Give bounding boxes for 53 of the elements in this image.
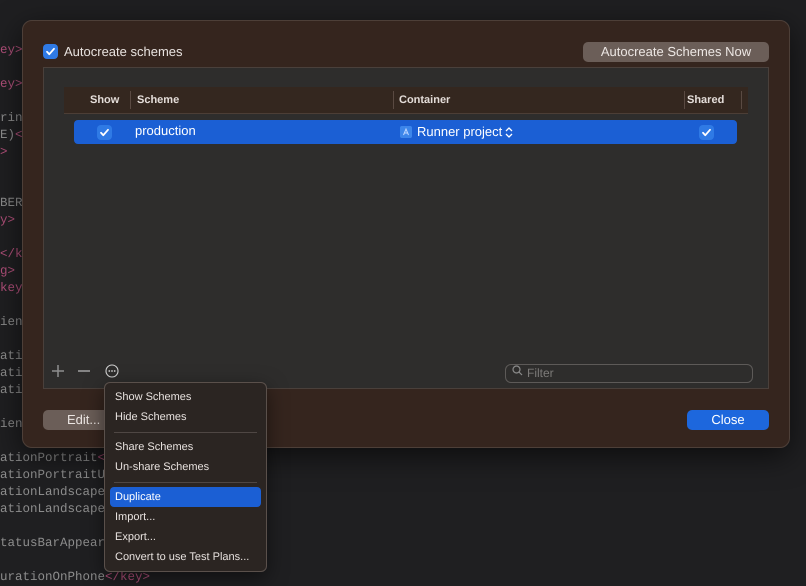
code-text: ey> <box>0 76 23 93</box>
code-text: BER <box>0 195 23 212</box>
container-popup[interactable]: Runner project <box>417 122 514 142</box>
code-text: ationLandscape <box>0 484 106 501</box>
code-text: </key> <box>105 569 150 586</box>
more-icon[interactable] <box>105 364 119 378</box>
menu-item[interactable]: Import... <box>110 507 261 527</box>
add-icon[interactable] <box>51 364 65 378</box>
check-icon <box>99 126 110 138</box>
updown-chevron-icon <box>505 126 514 138</box>
project-icon <box>400 126 412 138</box>
code-text: ati <box>0 365 23 382</box>
column-header[interactable]: Scheme <box>137 92 180 108</box>
menu-item[interactable]: Export... <box>110 527 261 547</box>
code-text: </k <box>0 246 23 263</box>
code-text: ati <box>0 382 23 399</box>
show-checkbox[interactable] <box>97 124 112 140</box>
autocreate-now-button[interactable]: Autocreate Schemes Now <box>583 42 769 62</box>
scheme-name: production <box>135 122 196 138</box>
menu-item[interactable]: Share Schemes <box>110 437 261 457</box>
code-text: < <box>15 127 23 144</box>
code-text: ien <box>0 314 23 331</box>
code-text: ationPortraitU <box>0 467 106 484</box>
code-text: urationOnPhone <box>0 569 106 586</box>
code-text: tatusBarAppear <box>0 535 106 552</box>
code-text: ationPortrait <box>0 450 98 467</box>
code-text: ien <box>0 416 23 433</box>
code-text: g> <box>0 263 16 280</box>
autocreate-checkbox[interactable] <box>43 44 58 60</box>
code-text: < <box>98 450 106 467</box>
autocreate-label: Autocreate schemes <box>64 43 183 61</box>
menu-item[interactable]: Convert to use Test Plans... <box>110 547 261 567</box>
shared-checkbox[interactable] <box>699 124 714 140</box>
column-header[interactable]: Show <box>90 92 120 108</box>
code-text: key <box>0 280 23 297</box>
code-text: ationLandscape <box>0 501 106 518</box>
close-button[interactable]: Close <box>687 410 769 430</box>
code-text: y> <box>0 212 16 229</box>
code-text: rin <box>0 110 23 127</box>
check-icon <box>45 46 56 58</box>
code-text: ey> <box>0 42 23 59</box>
menu-item[interactable]: Un-share Schemes <box>110 457 261 477</box>
filter-field[interactable]: Filter <box>505 364 753 382</box>
code-text: ati <box>0 348 23 365</box>
check-icon <box>701 126 712 138</box>
column-header[interactable]: Container <box>399 92 450 108</box>
menu-item[interactable]: Show Schemes <box>110 387 261 407</box>
code-text: E) <box>0 127 16 144</box>
menu-item[interactable]: Duplicate <box>110 487 261 507</box>
code-text: > <box>0 144 8 161</box>
scheme-row[interactable]: production Runner project <box>74 120 737 144</box>
column-header[interactable]: Shared <box>687 92 724 108</box>
search-icon <box>512 365 523 376</box>
